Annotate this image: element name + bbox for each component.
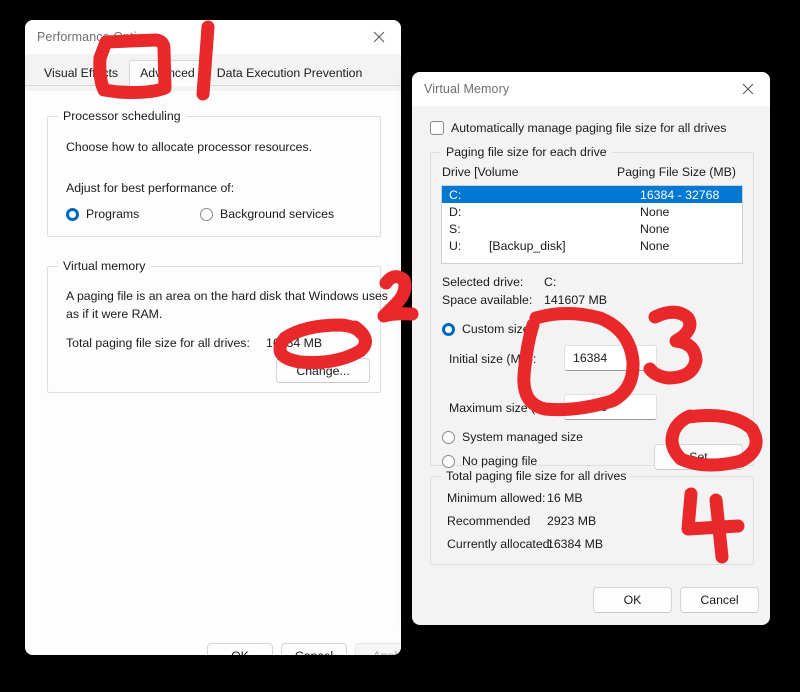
set-button[interactable]: Set [654, 444, 743, 470]
row-size: None [640, 238, 670, 253]
virtual-memory-legend: Virtual memory [58, 259, 151, 273]
paging-file-size-group: Paging file size for each drive Drive [V… [430, 145, 754, 470]
row-size: None [640, 204, 670, 219]
performance-options-title: Performance Options [37, 30, 158, 44]
minimum-allowed-value: 16 MB [547, 491, 583, 505]
row-drive: D: [449, 204, 462, 219]
currently-allocated-label: Currently allocated: [447, 537, 553, 551]
radio-background-services[interactable]: Background services [200, 207, 334, 221]
virtual-memory-ok-button[interactable]: OK [593, 587, 672, 613]
performance-options-tabstrip: Visual Effects Advanced Data Execution P… [25, 54, 401, 86]
radio-no-paging-file-indicator [442, 454, 455, 468]
performance-options-apply-button: Apply [355, 643, 401, 655]
tab-data-execution-prevention[interactable]: Data Execution Prevention [206, 60, 374, 86]
row-volume: [Backup_disk] [489, 238, 566, 253]
recommended-label: Recommended [447, 514, 531, 528]
table-row[interactable]: S: None [442, 220, 742, 237]
change-button[interactable]: Change... [276, 358, 370, 383]
minimum-allowed-label: Minimum allowed: [447, 491, 546, 505]
screen: Performance Options Visual Effects Advan… [0, 0, 800, 692]
table-row[interactable]: D: None [442, 203, 742, 220]
performance-options-dialog: Performance Options Visual Effects Advan… [25, 20, 401, 655]
radio-programs-indicator [66, 207, 79, 221]
auto-manage-paging-checkbox[interactable]: Automatically manage paging file size fo… [430, 121, 726, 135]
row-drive: C: [449, 187, 462, 202]
processor-scheduling-group: Processor scheduling Choose how to alloc… [47, 109, 381, 237]
virtual-memory-description-line1: A paging file is an area on the hard dis… [66, 289, 388, 303]
radio-programs-label: Programs [86, 207, 140, 221]
processor-scheduling-legend: Processor scheduling [58, 109, 186, 123]
radio-system-managed-size[interactable]: System managed size [442, 430, 583, 444]
virtual-memory-cancel-button[interactable]: Cancel [680, 587, 759, 613]
radio-system-managed-size-label: System managed size [462, 430, 583, 444]
total-paging-file-size-label: Total paging file size for all drives: [66, 336, 250, 350]
virtual-memory-dialog: Virtual Memory Automatically manage pagi… [412, 72, 770, 625]
virtual-memory-titlebar: Virtual Memory [412, 72, 770, 106]
radio-custom-size-indicator [442, 322, 455, 336]
virtual-memory-description-line2: as if it were RAM. [66, 307, 163, 321]
row-drive: S: [449, 221, 461, 236]
radio-no-paging-file-label: No paging file [462, 454, 538, 468]
advanced-tab-panel: Processor scheduling Choose how to alloc… [25, 91, 401, 655]
close-icon[interactable] [357, 20, 401, 54]
row-size: 16384 - 32768 [640, 187, 720, 202]
total-paging-file-size-legend: Total paging file size for all drives [441, 469, 632, 483]
radio-custom-size-label: Custom size: [462, 322, 534, 336]
tab-visual-effects[interactable]: Visual Effects [33, 60, 129, 86]
selected-drive-label: Selected drive: [442, 275, 524, 289]
space-available-value: 141607 MB [544, 293, 607, 307]
selected-drive-value: C: [544, 275, 557, 289]
virtual-memory-title: Virtual Memory [424, 82, 510, 96]
row-drive: U: [449, 238, 462, 253]
paging-file-size-legend: Paging file size for each drive [441, 145, 612, 159]
space-available-label: Space available: [442, 293, 533, 307]
total-paging-file-size-group: Total paging file size for all drives Mi… [430, 469, 754, 565]
maximum-size-input[interactable]: 32768 [564, 394, 657, 420]
processor-scheduling-description: Choose how to allocate processor resourc… [66, 140, 313, 154]
table-row[interactable]: C: 16384 - 32768 [442, 186, 742, 203]
maximum-size-label: Maximum size (MB): [449, 401, 562, 415]
radio-programs[interactable]: Programs [66, 207, 139, 221]
initial-size-label: Initial size (MB): [449, 352, 537, 366]
radio-background-services-indicator [200, 207, 213, 221]
initial-size-input[interactable]: 16384 [564, 345, 657, 371]
currently-allocated-value: 16384 MB [547, 537, 604, 551]
auto-manage-paging-checkbox-label: Automatically manage paging file size fo… [451, 121, 727, 135]
auto-manage-paging-checkbox-box [430, 121, 444, 135]
total-paging-file-size-value: 16384 MB [266, 336, 323, 350]
radio-custom-size[interactable]: Custom size: [442, 322, 533, 336]
column-header-drive: Drive [Volume [442, 165, 519, 179]
radio-background-services-label: Background services [220, 207, 335, 221]
close-icon[interactable] [726, 72, 770, 106]
radio-no-paging-file[interactable]: No paging file [442, 454, 537, 468]
tab-advanced[interactable]: Advanced [129, 60, 206, 86]
column-header-paging-file-size: Paging File Size (MB) [617, 165, 736, 179]
virtual-memory-group: Virtual memory A paging file is an area … [47, 259, 388, 393]
performance-options-cancel-button[interactable]: Cancel [281, 643, 347, 655]
recommended-value: 2923 MB [547, 514, 597, 528]
radio-system-managed-size-indicator [442, 430, 455, 444]
performance-options-titlebar: Performance Options [25, 20, 401, 54]
drive-listbox[interactable]: C: 16384 - 32768 D: None S: None U: [Bac… [441, 185, 743, 264]
table-row[interactable]: U: [Backup_disk] None [442, 237, 742, 254]
performance-options-ok-button[interactable]: OK [207, 643, 273, 655]
adjust-for-best-performance-label: Adjust for best performance of: [66, 181, 235, 195]
row-size: None [640, 221, 670, 236]
